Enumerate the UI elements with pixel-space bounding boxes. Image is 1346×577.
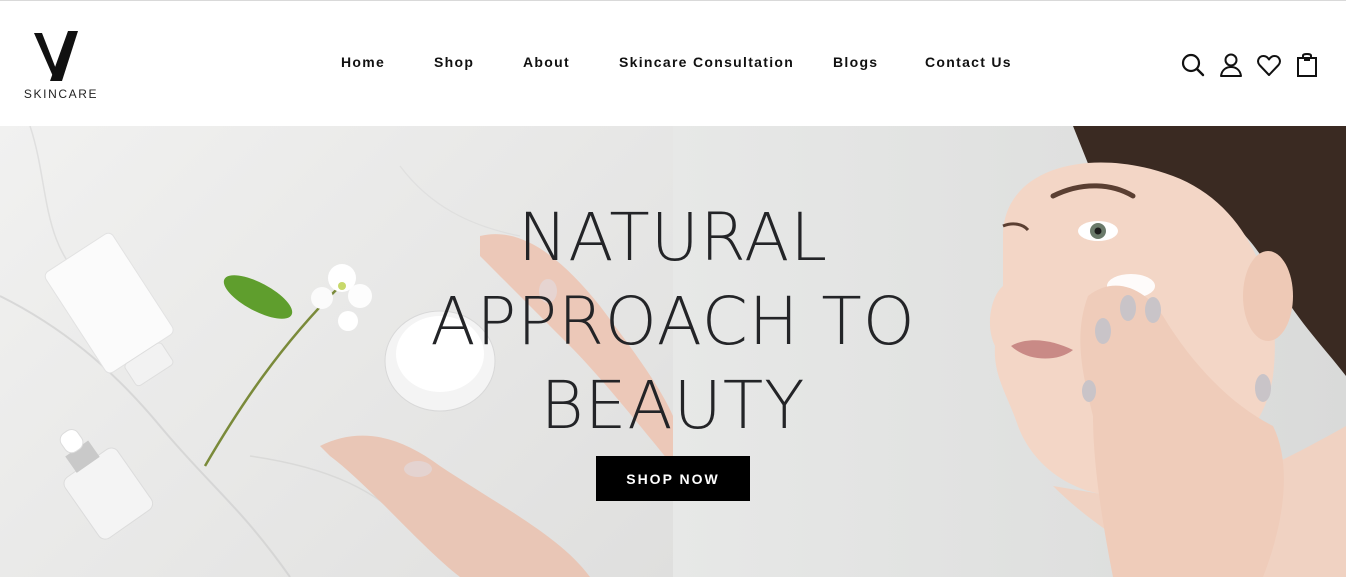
shop-now-button[interactable]: SHOP NOW [596,456,750,501]
logo-text: SKINCARE [23,87,99,101]
headline-line-3: BEAUTY [540,367,806,444]
nav-contact-us[interactable]: Contact Us [925,54,1012,70]
search-icon[interactable] [1180,51,1206,79]
hero-banner: NATURAL APPROACH TO BEAUTY SHOP NOW [0,126,1346,577]
nav-about[interactable]: About [523,54,570,70]
main-navigation: Home Shop About Skincare Consultation Bl… [0,54,1346,78]
nav-skincare-consultation[interactable]: Skincare Consultation [619,54,794,70]
header-icons [1180,51,1330,81]
nav-shop[interactable]: Shop [434,54,474,70]
headline-line-2: APPROACH TO [430,283,916,360]
cart-icon[interactable] [1294,51,1320,79]
wishlist-icon[interactable] [1256,51,1282,79]
site-header: SKINCARE Home Shop About Skincare Consul… [0,1,1346,126]
hero-headline: NATURAL APPROACH TO BEAUTY [380,196,966,448]
nav-blogs[interactable]: Blogs [833,54,878,70]
nav-home[interactable]: Home [341,54,385,70]
headline-line-1: NATURAL [517,199,829,276]
account-icon[interactable] [1218,51,1244,79]
